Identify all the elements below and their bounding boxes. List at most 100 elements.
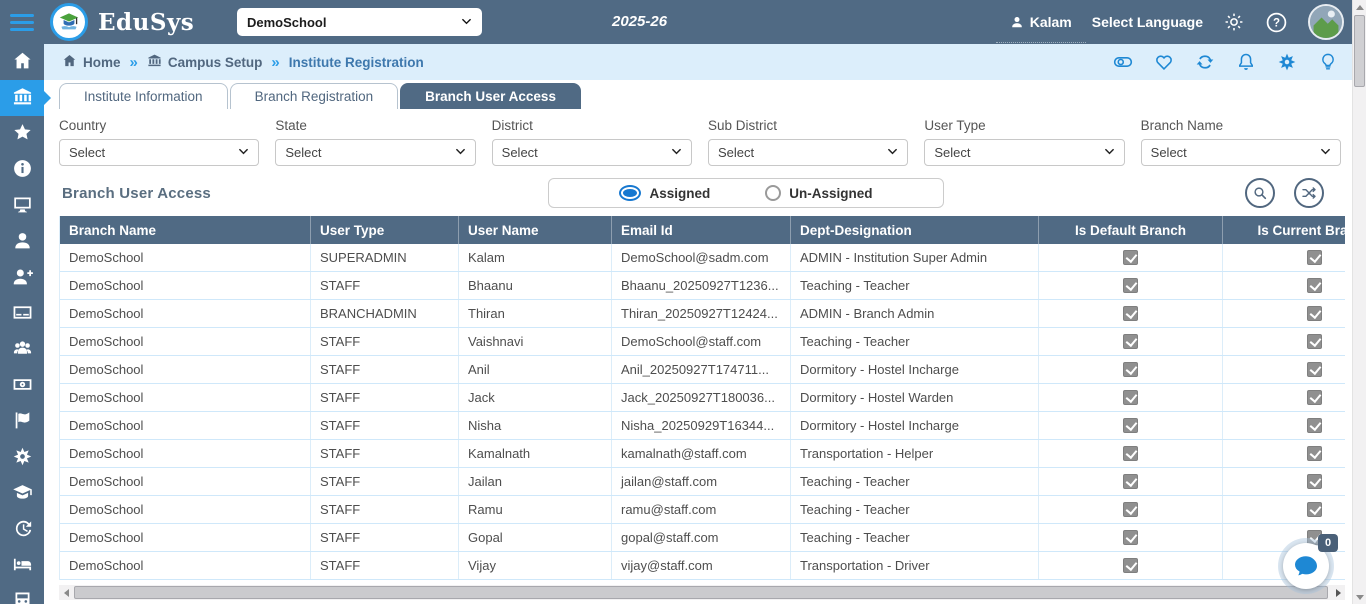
checkbox-checked[interactable] <box>1123 530 1138 545</box>
checkbox-checked[interactable] <box>1123 250 1138 265</box>
toggle-icon[interactable] <box>1113 52 1133 72</box>
checkbox-checked[interactable] <box>1123 390 1138 405</box>
checkbox-checked[interactable] <box>1123 362 1138 377</box>
hamburger-menu-icon[interactable] <box>0 0 44 44</box>
checkbox-checked[interactable] <box>1307 390 1322 405</box>
scroll-down-arrow[interactable] <box>1353 590 1366 604</box>
table-row[interactable]: DemoSchoolSTAFFBhaanuBhaanu_20250927T123… <box>60 272 1345 300</box>
sidebar-item-id-card[interactable] <box>0 296 44 332</box>
checkbox-checked[interactable] <box>1307 334 1322 349</box>
tab-branch-registration[interactable]: Branch Registration <box>230 83 399 109</box>
sidebar-item-hostel[interactable] <box>0 548 44 584</box>
checkbox-checked[interactable] <box>1307 306 1322 321</box>
horizontal-scrollbar[interactable] <box>59 585 1345 600</box>
radio-button[interactable] <box>619 185 641 201</box>
checkbox-checked[interactable] <box>1123 306 1138 321</box>
column-header[interactable]: Is Current Branch <box>1223 216 1345 244</box>
checkbox-checked[interactable] <box>1123 446 1138 461</box>
filter-select[interactable]: Select <box>1141 139 1341 166</box>
search-button[interactable] <box>1245 178 1275 208</box>
chat-widget[interactable]: 0 <box>1278 538 1334 594</box>
table-row[interactable]: DemoSchoolSTAFFNishaNisha_20250929T16344… <box>60 412 1345 440</box>
sidebar-item-favorites[interactable] <box>0 116 44 152</box>
checkbox-checked[interactable] <box>1307 418 1322 433</box>
table-row[interactable]: DemoSchoolSTAFFRamuramu@staff.comTeachin… <box>60 496 1345 524</box>
table-row[interactable]: DemoSchoolSTAFFVaishnaviDemoSchool@staff… <box>60 328 1345 356</box>
filter-row: CountrySelectStateSelectDistrictSelectSu… <box>59 118 1341 166</box>
sidebar-item-home[interactable] <box>0 44 44 80</box>
table-cell: DemoSchool <box>60 468 311 495</box>
shuffle-button[interactable] <box>1294 178 1324 208</box>
checkbox-checked[interactable] <box>1123 558 1138 573</box>
filter-select[interactable]: Select <box>924 139 1124 166</box>
horizontal-scroll-thumb[interactable] <box>74 586 1328 599</box>
language-selector[interactable]: Select Language <box>1092 14 1203 30</box>
checkbox-checked[interactable] <box>1123 334 1138 349</box>
filter-select[interactable]: Select <box>708 139 908 166</box>
table-cell: DemoSchool <box>60 272 311 299</box>
table-row[interactable]: DemoSchoolBRANCHADMINThiranThiran_202509… <box>60 300 1345 328</box>
column-header[interactable]: Dept-Designation <box>791 216 1039 244</box>
radio-un-assigned[interactable]: Un-Assigned <box>765 185 872 201</box>
refresh-icon[interactable] <box>1195 52 1215 72</box>
sidebar-item-campus-setup[interactable] <box>0 80 44 116</box>
table-row[interactable]: DemoSchoolSTAFFGopalgopal@staff.comTeach… <box>60 524 1345 552</box>
sidebar-item-fees[interactable] <box>0 368 44 404</box>
sidebar-item-admission[interactable] <box>0 260 44 296</box>
notifications-icon[interactable] <box>1236 52 1256 72</box>
checkbox-checked[interactable] <box>1123 418 1138 433</box>
settings-icon[interactable] <box>1277 52 1297 72</box>
tips-icon[interactable] <box>1318 52 1338 72</box>
checkbox-checked[interactable] <box>1307 278 1322 293</box>
sidebar-item-info[interactable] <box>0 152 44 188</box>
scroll-left-arrow[interactable] <box>59 585 73 600</box>
sidebar-item-flag[interactable] <box>0 404 44 440</box>
breadcrumb-item[interactable]: Campus Setup <box>147 53 263 71</box>
checkbox-checked[interactable] <box>1307 446 1322 461</box>
table-row[interactable]: DemoSchoolSTAFFAnilAnil_20250927T174711.… <box>60 356 1345 384</box>
scroll-up-arrow[interactable] <box>1353 0 1366 14</box>
table-row[interactable]: DemoSchoolSTAFFVijayvijay@staff.comTrans… <box>60 552 1345 580</box>
filter-select[interactable]: Select <box>59 139 259 166</box>
scroll-right-arrow[interactable] <box>1331 585 1345 600</box>
table-row[interactable]: DemoSchoolSTAFFKamalnathkamalnath@staff.… <box>60 440 1345 468</box>
column-header[interactable]: User Type <box>311 216 459 244</box>
sidebar-item-groups[interactable] <box>0 332 44 368</box>
sidebar-item-settings[interactable] <box>0 440 44 476</box>
school-selector[interactable]: DemoSchool <box>237 8 482 36</box>
sidebar-item-history[interactable] <box>0 512 44 548</box>
filter-select[interactable]: Select <box>492 139 692 166</box>
column-header[interactable]: User Name <box>459 216 612 244</box>
column-header[interactable]: Email Id <box>612 216 791 244</box>
column-header[interactable]: Is Default Branch <box>1039 216 1223 244</box>
help-icon[interactable]: ? <box>1265 11 1288 34</box>
tab-branch-user-access[interactable]: Branch User Access <box>400 83 581 109</box>
radio-button[interactable] <box>765 185 781 201</box>
filter-select[interactable]: Select <box>275 139 475 166</box>
sidebar-item-monitor[interactable] <box>0 188 44 224</box>
settings-gear-icon[interactable] <box>1223 11 1245 33</box>
radio-assigned[interactable]: Assigned <box>619 185 710 201</box>
checkbox-checked[interactable] <box>1307 250 1322 265</box>
favorite-icon[interactable] <box>1154 52 1174 72</box>
tab-institute-information[interactable]: Institute Information <box>59 83 228 109</box>
checkbox-checked[interactable] <box>1307 362 1322 377</box>
table-row[interactable]: DemoSchoolSTAFFJackJack_20250927T180036.… <box>60 384 1345 412</box>
table-row[interactable]: DemoSchoolSTAFFJailanjailan@staff.comTea… <box>60 468 1345 496</box>
vertical-scrollbar[interactable] <box>1352 0 1366 604</box>
checkbox-checked[interactable] <box>1123 474 1138 489</box>
checkbox-checked[interactable] <box>1307 474 1322 489</box>
breadcrumb-item[interactable]: Home <box>62 53 121 71</box>
sidebar-item-student[interactable] <box>0 224 44 260</box>
avatar[interactable] <box>1308 4 1344 40</box>
column-header[interactable]: Branch Name <box>60 216 311 244</box>
checkbox-checked[interactable] <box>1123 278 1138 293</box>
sidebar-item-academics[interactable] <box>0 476 44 512</box>
checkbox-checked[interactable] <box>1307 502 1322 517</box>
checkbox-checked[interactable] <box>1123 502 1138 517</box>
vertical-scroll-thumb[interactable] <box>1354 15 1365 87</box>
user-menu[interactable]: Kalam <box>1010 0 1072 44</box>
breadcrumb-item[interactable]: Institute Registration <box>289 55 424 70</box>
sidebar-item-transport[interactable] <box>0 584 44 604</box>
table-row[interactable]: DemoSchoolSUPERADMINKalamDemoSchool@sadm… <box>60 244 1345 272</box>
